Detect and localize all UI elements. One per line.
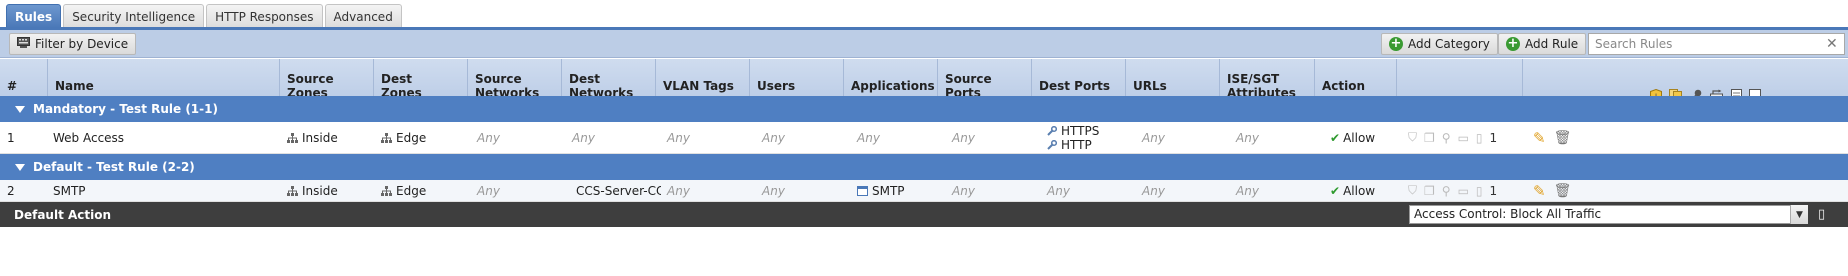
default-action-select[interactable]: Access Control: Block All Traffic bbox=[1409, 205, 1808, 224]
rule-users: Any bbox=[762, 130, 785, 145]
logging-icon[interactable]: ▭ bbox=[1458, 184, 1469, 198]
default-action-label: Default Action bbox=[14, 208, 112, 222]
clear-search-icon[interactable]: ✕ bbox=[1826, 37, 1838, 51]
wrench-icon bbox=[1047, 125, 1057, 136]
port-entry: HTTPS bbox=[1047, 124, 1099, 138]
application-icon bbox=[857, 185, 868, 196]
rule-urls: Any bbox=[1142, 130, 1165, 145]
rule-dest-ports: Any bbox=[1047, 183, 1070, 198]
rule-row-actions: ✎ 🗑 bbox=[1526, 122, 1576, 153]
document-icon[interactable]: ▯ bbox=[1476, 184, 1483, 198]
collapse-triangle-icon[interactable] bbox=[15, 163, 25, 171]
rule-inspection-icons: ⛉ ❐ ⚲ ▭ ▯ 1 bbox=[1401, 122, 1523, 153]
add-rule-button[interactable]: + Add Rule bbox=[1498, 33, 1587, 55]
chevron-down-icon[interactable]: ▼ bbox=[1790, 205, 1808, 224]
rule-users: Any bbox=[762, 183, 785, 198]
device-icon bbox=[17, 37, 30, 51]
add-icon: + bbox=[1506, 36, 1520, 51]
wrench-icon bbox=[1047, 139, 1057, 150]
search-rules-input[interactable] bbox=[1588, 33, 1845, 55]
rule-urls: Any bbox=[1142, 183, 1165, 198]
collapse-triangle-icon[interactable] bbox=[15, 105, 25, 113]
rule-row-actions: ✎ 🗑 bbox=[1526, 180, 1576, 201]
category-row-default[interactable]: Default - Test Rule (2-2) bbox=[0, 154, 1848, 180]
rule-name: Web Access bbox=[53, 130, 125, 145]
table-row[interactable]: 1 Web Access Inside Edge Any Any Any Any… bbox=[0, 122, 1848, 154]
tab-advanced[interactable]: Advanced bbox=[324, 4, 402, 28]
rule-name: SMTP bbox=[53, 183, 86, 198]
rule-source-ports: Any bbox=[952, 130, 975, 145]
rule-applications: Any bbox=[857, 130, 880, 145]
rule-dest-networks: CCS-Server-CCS bbox=[565, 180, 661, 201]
tab-bar: Rules Security Intelligence HTTP Respons… bbox=[6, 4, 402, 28]
delete-trash-icon[interactable]: 🗑 bbox=[1554, 183, 1572, 199]
rule-ise-sgt: Any bbox=[1236, 183, 1259, 198]
rule-dest-ports: HTTPS HTTP bbox=[1040, 122, 1134, 153]
toolbar: Filter by Device + Add Category + Add Ru… bbox=[0, 30, 1848, 58]
default-action-bar: Default Action Access Control: Block All… bbox=[0, 202, 1848, 227]
rule-ise-sgt: Any bbox=[1236, 130, 1259, 145]
file-policy-icon[interactable]: ❐ bbox=[1424, 131, 1435, 145]
allow-check-icon: ✔ bbox=[1330, 130, 1341, 145]
comment-count[interactable]: 1 bbox=[1490, 184, 1498, 198]
rule-dest-zones: Edge bbox=[374, 122, 468, 153]
zone-icon bbox=[287, 185, 298, 196]
rule-applications: SMTP bbox=[850, 180, 944, 201]
category-label: Mandatory - Test Rule (1-1) bbox=[33, 102, 218, 116]
policy-document-icon[interactable]: ▯ bbox=[1818, 207, 1825, 222]
add-rule-label: Add Rule bbox=[1525, 37, 1579, 51]
rule-dest-networks: Any bbox=[572, 130, 595, 145]
rule-source-zones: Inside bbox=[280, 180, 374, 201]
rule-source-networks: Any bbox=[477, 183, 500, 198]
add-category-label: Add Category bbox=[1408, 37, 1490, 51]
intrusion-policy-icon[interactable]: ⛉ bbox=[1408, 130, 1417, 145]
rule-dest-zones: Edge bbox=[374, 180, 468, 201]
rule-source-networks: Any bbox=[477, 130, 500, 145]
edit-pencil-icon[interactable]: ✎ bbox=[1533, 182, 1546, 200]
logging-icon[interactable]: ▭ bbox=[1458, 131, 1469, 145]
allow-check-icon: ✔ bbox=[1330, 183, 1341, 198]
rule-number: 2 bbox=[7, 183, 15, 198]
category-label: Default - Test Rule (2-2) bbox=[33, 160, 195, 174]
identity-policy-icon[interactable]: ⚲ bbox=[1442, 184, 1451, 198]
add-category-button[interactable]: + Add Category bbox=[1381, 33, 1498, 55]
zone-icon bbox=[381, 185, 392, 196]
filter-by-device-label: Filter by Device bbox=[35, 37, 129, 51]
rule-source-zones: Inside bbox=[280, 122, 374, 153]
rule-inspection-icons: ⛉ ❐ ⚲ ▭ ▯ 1 bbox=[1401, 180, 1523, 201]
intrusion-policy-icon[interactable]: ⛉ bbox=[1408, 183, 1417, 198]
tab-rules[interactable]: Rules bbox=[6, 4, 62, 28]
rule-number: 1 bbox=[7, 130, 15, 145]
category-row-mandatory[interactable]: Mandatory - Test Rule (1-1) bbox=[0, 96, 1848, 122]
identity-policy-icon[interactable]: ⚲ bbox=[1442, 131, 1451, 145]
add-icon: + bbox=[1389, 36, 1403, 51]
table-row[interactable]: 2 SMTP Inside Edge Any CCS-Server-CCS An… bbox=[0, 180, 1848, 202]
zone-icon bbox=[287, 132, 298, 143]
tab-security-intelligence[interactable]: Security Intelligence bbox=[63, 4, 205, 28]
rule-vlan-tags: Any bbox=[667, 183, 690, 198]
port-entry: HTTP bbox=[1047, 138, 1092, 152]
rule-vlan-tags: Any bbox=[667, 130, 690, 145]
filter-by-device-button[interactable]: Filter by Device bbox=[9, 33, 137, 55]
file-policy-icon[interactable]: ❐ bbox=[1424, 184, 1435, 198]
comment-count[interactable]: 1 bbox=[1490, 131, 1498, 145]
rule-action: ✔ Allow bbox=[1330, 130, 1376, 145]
tab-http-responses[interactable]: HTTP Responses bbox=[206, 4, 323, 28]
rule-source-ports: Any bbox=[952, 183, 975, 198]
document-icon[interactable]: ▯ bbox=[1476, 131, 1483, 145]
delete-trash-icon[interactable]: 🗑 bbox=[1554, 130, 1572, 146]
edit-pencil-icon[interactable]: ✎ bbox=[1533, 129, 1546, 147]
zone-icon bbox=[381, 132, 392, 143]
rule-action: ✔ Allow bbox=[1330, 183, 1376, 198]
